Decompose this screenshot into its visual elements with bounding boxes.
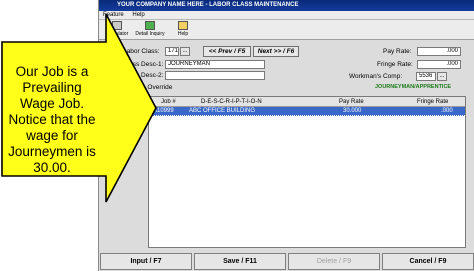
workmans-comp-label: Workman's Comp: (349, 73, 403, 80)
class-desc-2-input[interactable] (165, 71, 265, 80)
workmans-comp-lookup-button[interactable]: ... (437, 72, 447, 81)
labor-class-label: Labor Class: (123, 48, 160, 55)
labor-class-lookup-button[interactable]: ... (180, 47, 190, 56)
window-title: YOUR COMPANY NAME HERE - LABOR CLASS MAI… (99, 0, 474, 11)
column-header-job: Job # (161, 99, 176, 105)
class-desc-2-label: Class Desc-2: (123, 72, 164, 79)
menu-help[interactable]: Help (132, 12, 144, 18)
class-category-label: JOURNEYMAN/APPRENTICE (375, 84, 452, 90)
detail-inquiry-icon (145, 21, 155, 30)
cell-fringe-rate: .000 (441, 108, 453, 114)
detail-inquiry-label: Detail Inquiry (135, 31, 165, 37)
cancel-button[interactable]: Cancel / F9 (382, 253, 474, 270)
cell-pay-rate: 30.000 (343, 108, 362, 114)
fringe-rate-label: Fringe Rate: (377, 61, 413, 68)
fringe-rate-input[interactable]: .000 (417, 60, 461, 69)
force-override-label: Force Override (129, 84, 173, 91)
pay-rate-label: Pay Rate: (383, 48, 412, 55)
job-rate-grid: Job # D-E-S-C-R-I-P-T-I-O-N Pay Rate Fri… (148, 96, 466, 248)
table-row[interactable]: A10999 ABC OFFICE BUILDING 30.000 .000 (149, 107, 465, 116)
detail-inquiry-button[interactable]: Detail Inquiry (135, 21, 165, 38)
toolbar: Calculator Detail Inquiry Help (99, 20, 474, 40)
column-header-fringe-rate: Fringe Rate (417, 99, 449, 105)
column-header-description: D-E-S-C-R-I-P-T-I-O-N (201, 99, 262, 105)
help-label: Help (177, 31, 189, 37)
labor-class-input[interactable]: 171 (165, 47, 179, 56)
menu-bar: Feature Help (99, 11, 474, 20)
calculator-icon (112, 21, 122, 30)
menu-feature[interactable]: Feature (103, 12, 124, 18)
next-button[interactable]: Next >> / F6 (253, 46, 299, 57)
class-desc-1-label: Class Desc-1: (123, 61, 164, 68)
cell-job: A10999 (153, 108, 174, 114)
prev-button[interactable]: << Prev / F5 (203, 46, 251, 57)
column-header-pay-rate: Pay Rate (339, 99, 364, 105)
workmans-comp-input[interactable]: 5536 (416, 72, 436, 81)
help-button[interactable]: Help (168, 21, 198, 38)
grid-header: Job # D-E-S-C-R-I-P-T-I-O-N Pay Rate Fri… (149, 97, 465, 107)
cell-description: ABC OFFICE BUILDING (189, 108, 256, 114)
class-desc-1-input[interactable]: JOURNEYMAN (165, 60, 265, 69)
callout-text: Our Job is a Prevailing Wage Job. Notice… (8, 64, 96, 175)
action-button-bar: Input / F7 Save / F11 Delete / F9 Cancel… (99, 252, 474, 271)
force-override-checkbox[interactable] (121, 85, 127, 91)
pay-rate-input[interactable]: .000 (417, 47, 461, 56)
delete-button[interactable]: Delete / F9 (288, 253, 380, 270)
save-button[interactable]: Save / F11 (194, 253, 286, 270)
calculator-button[interactable]: Calculator (102, 21, 132, 38)
input-button[interactable]: Input / F7 (100, 253, 192, 270)
calculator-label: Calculator (105, 31, 129, 37)
help-icon (178, 21, 188, 30)
